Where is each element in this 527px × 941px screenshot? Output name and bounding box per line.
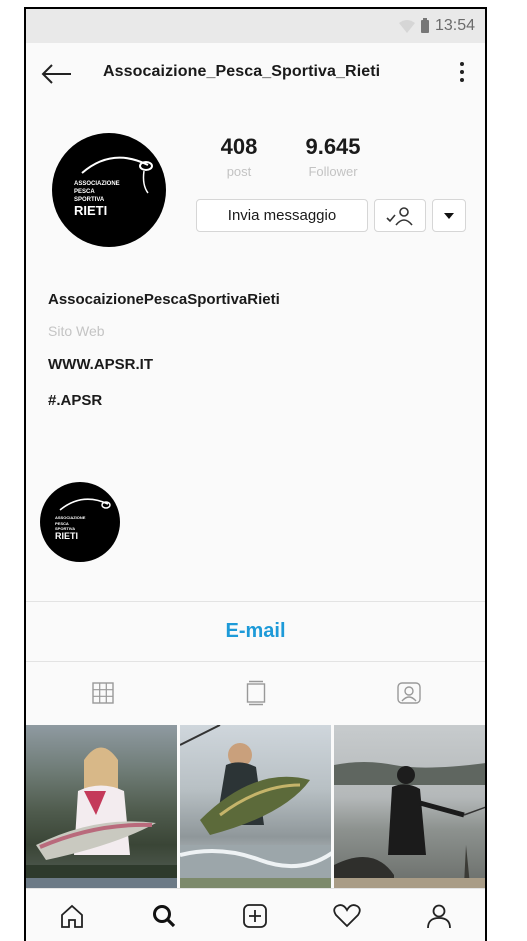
- post-thumbnail[interactable]: [180, 725, 331, 885]
- tab-tagged[interactable]: [332, 662, 485, 724]
- post-thumbnail[interactable]: [334, 878, 485, 888]
- posts-count: 408: [220, 134, 258, 159]
- followers-stat[interactable]: 9.645 Follower: [288, 134, 378, 179]
- tab-grid[interactable]: [26, 662, 179, 724]
- bio-category: Sito Web: [48, 323, 105, 339]
- feed-icon: [246, 680, 265, 706]
- followers-label: Follower: [308, 164, 358, 179]
- story-highlight[interactable]: ASSOCIAZIONE PESCA SPORTIVA RIETI: [40, 482, 120, 562]
- status-time: 13:54: [434, 17, 475, 34]
- battery-icon: [420, 17, 429, 33]
- user-check-icon: [386, 206, 413, 226]
- phone-frame: 13:54 Assocaizione_Pesca_Sportiva_Rieti …: [0, 0, 527, 941]
- tab-feed[interactable]: [179, 662, 332, 724]
- bio-name: AssocaizionePescaSportivaRieti: [48, 291, 280, 308]
- highlight-logo-line-1: ASSOCIAZIONE: [55, 515, 86, 520]
- profile-avatar[interactable]: ASSOCIAZIONE PESCA SPORTIVA RIETI: [52, 133, 166, 247]
- nav-new-post[interactable]: [210, 889, 302, 941]
- grid-icon: [91, 682, 114, 704]
- triangle-down-icon: [444, 212, 454, 219]
- wifi-icon: [398, 19, 415, 33]
- home-icon: [60, 904, 83, 928]
- send-message-button[interactable]: Invia messaggio: [196, 199, 368, 232]
- nav-search[interactable]: [118, 889, 210, 941]
- posts-stat[interactable]: 408 post: [204, 134, 274, 179]
- logo-fish-icon: [81, 156, 153, 194]
- logo-line-2: PESCA: [74, 189, 95, 195]
- more-options-icon[interactable]: [457, 59, 467, 85]
- post-thumbnail[interactable]: [26, 725, 177, 885]
- bio-hashtag-link[interactable]: #.APSR: [48, 392, 102, 409]
- post-thumbnail[interactable]: [334, 725, 485, 885]
- posts-label: post: [226, 164, 252, 179]
- following-button[interactable]: [374, 199, 426, 232]
- plus-square-icon: [243, 904, 268, 928]
- logo-line-1: ASSOCIAZIONE: [74, 181, 120, 187]
- photo-grid-row-2: [26, 878, 485, 888]
- bio-website-link[interactable]: WWW.APSR.IT: [48, 356, 153, 373]
- post-thumbnail[interactable]: [180, 878, 331, 888]
- nav-profile[interactable]: [393, 889, 485, 941]
- suggestions-dropdown-button[interactable]: [432, 199, 466, 232]
- status-bar: 13:54: [26, 9, 485, 43]
- nav-activity[interactable]: [301, 889, 393, 941]
- photo-grid: [26, 725, 485, 885]
- post-thumbnail[interactable]: [26, 878, 177, 888]
- profile-icon: [427, 904, 451, 929]
- nav-home[interactable]: [26, 889, 118, 941]
- followers-count: 9.645: [305, 134, 361, 159]
- top-bar: Assocaizione_Pesca_Sportiva_Rieti: [26, 43, 485, 105]
- logo-fish-icon: [59, 498, 111, 511]
- highlight-logo-line-4: RIETI: [55, 531, 79, 541]
- heart-icon: [333, 904, 361, 928]
- search-icon: [152, 905, 175, 928]
- tagged-user-icon: [396, 682, 421, 704]
- logo-line-4: RIETI: [74, 203, 108, 218]
- email-button[interactable]: E-mail: [26, 601, 485, 661]
- bottom-navigation: [26, 888, 485, 941]
- profile-tabs: [26, 662, 485, 724]
- back-arrow-icon[interactable]: [40, 63, 72, 85]
- profile-username: Assocaizione_Pesca_Sportiva_Rieti: [103, 63, 381, 80]
- app-screen: 13:54 Assocaizione_Pesca_Sportiva_Rieti …: [24, 7, 487, 941]
